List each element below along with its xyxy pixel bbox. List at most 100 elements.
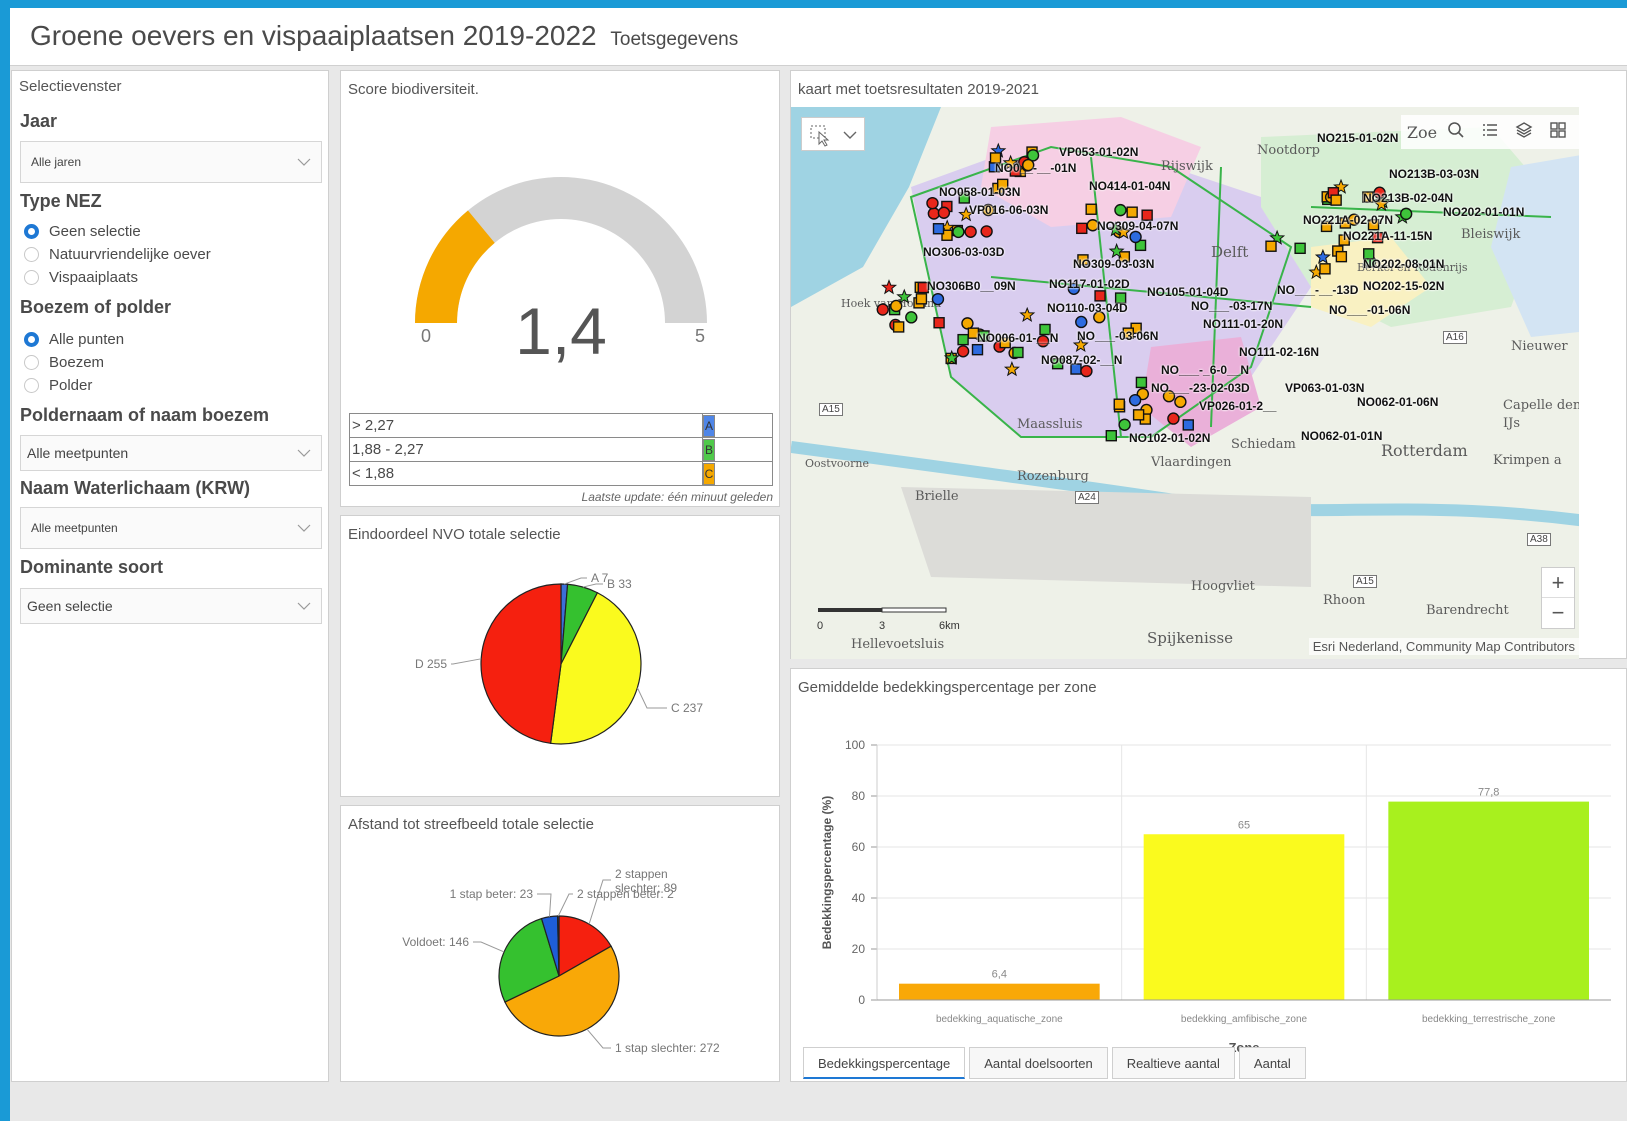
map-site-label: NO087-02-__N (1041, 353, 1123, 367)
map-site-marker[interactable] (915, 293, 928, 305)
map-site-marker[interactable] (892, 321, 905, 333)
map-site-label: NO105-01-04D (1147, 285, 1229, 299)
map-site-marker[interactable] (1314, 248, 1331, 265)
map-site-marker[interactable] (1075, 315, 1088, 329)
map-site-label: NO062-01-06N (1357, 395, 1439, 409)
map-site-marker[interactable] (1174, 395, 1187, 409)
map-site-marker[interactable] (1335, 250, 1348, 263)
legend-list-icon[interactable] (1473, 121, 1507, 144)
radio-geen-selectie[interactable]: Geen selectie (24, 221, 141, 241)
bar[interactable] (1143, 834, 1345, 1000)
map-site-marker[interactable] (952, 225, 965, 239)
map-site-marker[interactable] (1076, 222, 1088, 235)
radio-boezem[interactable]: Boezem (24, 352, 104, 372)
map-site-marker[interactable] (1129, 230, 1142, 244)
map-site-label: NO062-01-01N (1301, 429, 1383, 443)
map-site-marker[interactable] (1012, 346, 1024, 359)
map-site-marker[interactable] (1080, 364, 1093, 378)
map-site-marker[interactable] (1182, 419, 1194, 431)
map-site-marker[interactable] (1399, 207, 1413, 221)
legend-row: > 2,27 A (349, 413, 773, 438)
map-site-marker[interactable] (971, 343, 984, 356)
dominante-soort-dropdown[interactable]: Geen selectie (20, 588, 322, 624)
zoom-control: + − (1541, 567, 1575, 629)
map-site-marker[interactable] (1265, 240, 1277, 252)
map-site-marker[interactable] (932, 223, 945, 235)
tab-realtieve-aantal[interactable]: Realtieve aantal (1111, 1047, 1235, 1079)
bar[interactable] (1388, 801, 1589, 1000)
map-site-marker[interactable] (1085, 203, 1097, 215)
tab-bedekkingspercentage[interactable]: Bedekkingspercentage (803, 1047, 966, 1079)
radio-label: Boezem (49, 353, 105, 371)
map-site-label: NO221A-11-15N (1343, 229, 1433, 243)
map-site-marker[interactable] (1003, 360, 1020, 377)
map-site-label: VP016-06-03N (969, 203, 1049, 217)
poldernaam-dropdown[interactable]: Alle meetpunten (20, 435, 322, 471)
map-site-marker[interactable] (927, 207, 941, 220)
map-site-marker[interactable] (896, 288, 913, 304)
map-site-marker[interactable] (961, 317, 974, 330)
zoom-out-button[interactable]: − (1542, 598, 1574, 628)
map-site-marker[interactable] (964, 225, 977, 238)
map-site-marker[interactable] (1294, 242, 1306, 255)
radio-natuurvriendelijke-oever[interactable]: Natuurvriendelijke oever (24, 244, 211, 264)
map-site-marker[interactable] (1128, 393, 1142, 407)
tab-aantal[interactable]: Aantal (1238, 1047, 1306, 1079)
bar[interactable] (899, 983, 1100, 1000)
jaar-dropdown-value: Alle jaren (31, 155, 82, 169)
jaar-dropdown[interactable]: Alle jaren (20, 141, 322, 183)
map-site-label: NO___-03-17N (1191, 299, 1273, 313)
layers-icon[interactable] (1507, 121, 1541, 144)
map-site-marker[interactable] (1094, 290, 1106, 302)
map-scalebar: 0 3 6km (817, 607, 967, 634)
map-site-marker[interactable] (1319, 263, 1331, 275)
map-site-marker[interactable] (881, 279, 898, 295)
map-site-marker[interactable] (956, 345, 970, 358)
map-site-marker[interactable] (1118, 418, 1131, 431)
map-site-marker[interactable] (931, 292, 945, 306)
pie-slice[interactable] (480, 583, 562, 744)
legend-swatch-cell: B (702, 437, 773, 462)
pie-data-label: D 255 (415, 657, 447, 671)
basemap-gallery-icon[interactable] (1541, 121, 1575, 144)
gauge-max: 5 (695, 326, 706, 346)
radio-unselected-icon (24, 246, 39, 262)
search-icon[interactable] (1439, 121, 1473, 144)
map-site-label: NO102-01-02N (1129, 431, 1211, 445)
y-tick-label: 60 (852, 840, 866, 854)
zoom-in-button[interactable]: + (1542, 568, 1574, 598)
bar-chart: 0 20 40 60 80 100 6,4 bedekking_aquatische_zone… (820, 738, 1611, 1055)
map-site-marker[interactable] (1126, 206, 1138, 218)
pie-streefbeeld-chart: 2 stappen slechter: 891 stap slechter: 27… (402, 867, 720, 1055)
map-site-label: NO202-15-02N (1363, 279, 1445, 293)
pie-leader-line (586, 1028, 611, 1049)
map-site-marker[interactable] (1114, 203, 1127, 217)
map-site-marker[interactable] (1113, 398, 1125, 410)
map-site-marker[interactable] (1135, 376, 1148, 389)
map-site-marker[interactable] (957, 333, 969, 346)
legend-code: B (703, 438, 715, 461)
map-site-marker[interactable] (876, 303, 889, 316)
radio-alle-punten[interactable]: Alle punten (24, 329, 124, 349)
y-tick-label: 20 (852, 942, 866, 956)
scalebar-graphic (818, 607, 947, 613)
map-site-marker[interactable] (933, 317, 945, 329)
map-site-marker[interactable] (905, 311, 918, 324)
gauge-panel: Score biodiversiteit. 1,4 0 5 > 2,27 A 1… (340, 70, 780, 507)
map-site-marker[interactable] (1019, 306, 1036, 323)
map-search-input[interactable]: Zoe (1405, 123, 1439, 142)
waterlichaam-dropdown[interactable]: Alle meetpunten (20, 507, 322, 549)
map-site-marker[interactable] (1132, 409, 1145, 421)
map-site-marker[interactable] (926, 196, 939, 210)
poldernaam-label: Poldernaam of naam boezem (20, 405, 270, 425)
radio-vispaaiplaats[interactable]: Vispaaiplaats (24, 267, 138, 287)
map-site-marker[interactable] (980, 225, 993, 238)
tab-aantal-doelsoorten[interactable]: Aantal doelsoorten (969, 1047, 1108, 1079)
map-canvas[interactable]: Hoek van Holland Maassluis Rozenburg Bri… (791, 107, 1579, 659)
map-select-tool[interactable] (801, 117, 865, 151)
map-site-marker[interactable] (1167, 412, 1180, 425)
map-site-marker[interactable] (937, 206, 951, 219)
map-site-marker[interactable] (1330, 194, 1342, 206)
map-site-marker[interactable] (1105, 430, 1117, 442)
radio-polder[interactable]: Polder (24, 375, 92, 395)
